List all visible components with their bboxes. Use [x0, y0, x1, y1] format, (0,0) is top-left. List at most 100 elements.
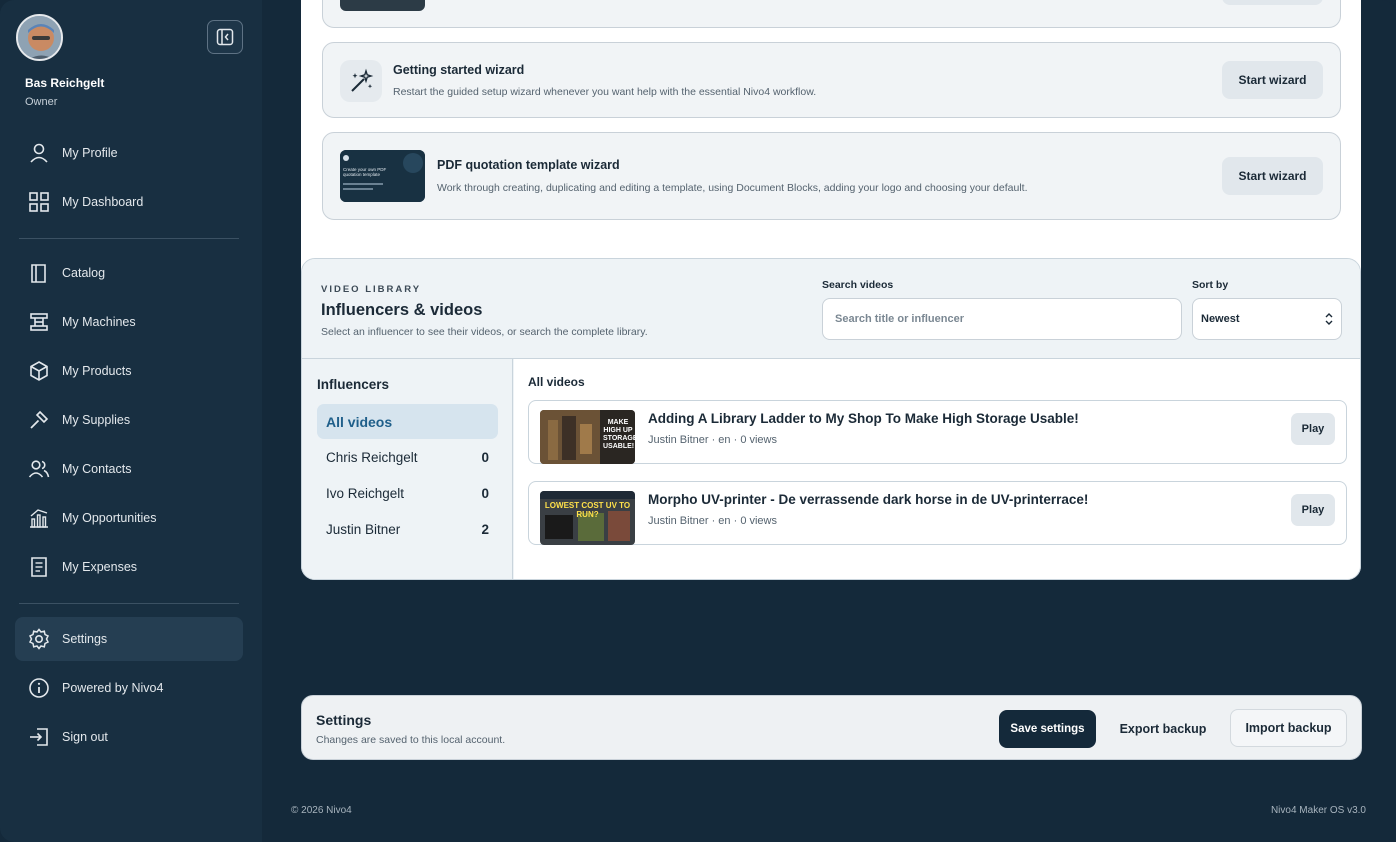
- influencer-item[interactable]: Justin Bitner 2: [317, 512, 498, 547]
- video-row[interactable]: MAKE HIGH UP STORAGE USABLE! Adding A Li…: [528, 400, 1347, 464]
- sort-select[interactable]: Newest: [1192, 298, 1342, 340]
- sidebar-divider: [19, 603, 239, 604]
- footer-version: Nivo4 Maker OS v3.0: [1270, 805, 1366, 816]
- wizard-button-partial[interactable]: [1222, 0, 1323, 5]
- sidebar-item-label: My Contacts: [62, 462, 132, 476]
- influencer-item[interactable]: Ivo Reichgelt 0: [317, 476, 498, 511]
- sidebar-item-label: My Opportunities: [62, 511, 157, 525]
- wizard-card-pdf-template: Create your own PDF quotation template P…: [322, 132, 1341, 220]
- export-backup-button[interactable]: Export backup: [1107, 710, 1219, 748]
- chart-icon: [27, 506, 51, 530]
- sidebar-item-label: Settings: [62, 632, 108, 646]
- play-button[interactable]: Play: [1291, 413, 1335, 445]
- video-library: VIDEO LIBRARY Influencers & videos Selec…: [301, 258, 1361, 580]
- collapse-sidebar-button[interactable]: [207, 20, 243, 54]
- wizard-title: PDF quotation template wizard: [437, 158, 620, 172]
- influencer-count: 0: [481, 486, 489, 501]
- magic-wand-icon: [340, 60, 382, 102]
- receipt-icon: [27, 555, 51, 579]
- sidebar-item-label: My Profile: [62, 146, 118, 160]
- sidebar-item-label: My Expenses: [62, 560, 138, 574]
- influencer-count: 0: [481, 450, 489, 465]
- influencer-name: All videos: [326, 413, 393, 430]
- wizard-card-partial: [322, 0, 1341, 28]
- video-list: All videos MAKE HIGH UP STORAGE USABLE!: [514, 359, 1360, 579]
- influencer-count: 2: [481, 522, 489, 537]
- sidebar-item-catalog[interactable]: Catalog: [15, 251, 243, 295]
- gear-icon: [27, 627, 51, 651]
- app-frame: Bas Reichgelt Owner My Profile My Dashbo…: [0, 0, 1396, 842]
- video-row[interactable]: LOWEST COST UV TO RUN? Morpho UV-printer…: [528, 481, 1347, 545]
- settings-bar: Settings Changes are saved to this local…: [301, 695, 1362, 760]
- sign-out-icon: [27, 725, 51, 749]
- section-subtitle: Select an influencer to see their videos…: [321, 326, 648, 338]
- avatar[interactable]: [16, 14, 63, 61]
- sidebar-item-my-dashboard[interactable]: My Dashboard: [15, 180, 243, 224]
- start-getting-started-wizard-button[interactable]: Start wizard: [1222, 61, 1323, 99]
- influencer-name: Chris Reichgelt: [326, 450, 418, 465]
- video-thumbnail: MAKE HIGH UP STORAGE USABLE!: [540, 410, 635, 464]
- sidebar-item-settings[interactable]: Settings: [15, 617, 243, 661]
- influencer-item-all[interactable]: All videos: [317, 404, 498, 439]
- sidebar-item-my-machines[interactable]: My Machines: [15, 300, 243, 344]
- dashboard-icon: [27, 190, 51, 214]
- sidebar-item-label: Sign out: [62, 730, 108, 744]
- search-label: Search videos: [822, 279, 894, 291]
- search-input[interactable]: [822, 298, 1182, 340]
- machine-icon: [27, 310, 51, 334]
- influencer-item[interactable]: Chris Reichgelt 0: [317, 440, 498, 475]
- sidebar-item-label: Catalog: [62, 266, 106, 280]
- sidebar-item-powered-by[interactable]: Powered by Nivo4: [15, 666, 243, 710]
- video-thumb-text: MAKE HIGH UP STORAGE USABLE!: [603, 419, 635, 450]
- influencer-name: Ivo Reichgelt: [326, 486, 405, 501]
- video-thumb-text: LOWEST COST UV TO RUN?: [544, 501, 631, 519]
- pdf-thumb-text: Create your own PDF quotation template: [343, 167, 387, 177]
- save-settings-button[interactable]: Save settings: [999, 710, 1096, 748]
- user-icon: [27, 141, 51, 165]
- video-thumbnail: LOWEST COST UV TO RUN?: [540, 491, 635, 545]
- sidebar-item-sign-out[interactable]: Sign out: [15, 715, 243, 759]
- info-icon: [27, 676, 51, 700]
- sidebar-item-label: My Supplies: [62, 413, 131, 427]
- sidebar-item-my-expenses[interactable]: My Expenses: [15, 545, 243, 589]
- sidebar-item-my-supplies[interactable]: My Supplies: [15, 398, 243, 442]
- influencer-name: Justin Bitner: [326, 522, 401, 537]
- collapse-icon: [216, 28, 234, 46]
- sidebar-item-label: My Products: [62, 364, 132, 378]
- sidebar-item-label: Powered by Nivo4: [62, 681, 164, 695]
- settings-bar-title: Settings: [316, 712, 372, 728]
- footer-copyright: © 2026 Nivo4: [291, 805, 352, 816]
- wizard-description: Restart the guided setup wizard whenever…: [393, 86, 817, 98]
- sidebar-item-my-opportunities[interactable]: My Opportunities: [15, 496, 243, 540]
- sidebar-item-label: My Dashboard: [62, 195, 144, 209]
- box-icon: [27, 359, 51, 383]
- play-button[interactable]: Play: [1291, 494, 1335, 526]
- settings-bar-subtitle: Changes are saved to this local account.: [316, 734, 506, 746]
- section-kicker: VIDEO LIBRARY: [321, 284, 422, 295]
- wizard-title: Getting started wizard: [393, 63, 525, 77]
- section-title: Influencers & videos: [321, 301, 483, 319]
- influencers-heading: Influencers: [317, 377, 390, 392]
- user-name: Bas Reichgelt: [25, 76, 105, 90]
- hammer-icon: [27, 408, 51, 432]
- main-panel: Getting started wizard Restart the guide…: [301, 0, 1361, 580]
- video-title: Morpho UV-printer - De verrassende dark …: [648, 492, 1089, 507]
- sort-value: Newest: [1201, 313, 1240, 325]
- sidebar-item-label: My Machines: [62, 315, 136, 329]
- import-backup-button[interactable]: Import backup: [1230, 709, 1347, 747]
- wizard-card-getting-started: Getting started wizard Restart the guide…: [322, 42, 1341, 118]
- sidebar-divider: [19, 238, 239, 239]
- video-meta: Justin Bitner · en · 0 views: [648, 515, 777, 527]
- start-pdf-template-wizard-button[interactable]: Start wizard: [1222, 157, 1323, 195]
- sort-chevron-icon: [1325, 313, 1333, 325]
- user-role: Owner: [25, 96, 58, 108]
- videos-heading: All videos: [528, 375, 585, 389]
- video-meta: Justin Bitner · en · 0 views: [648, 434, 777, 446]
- sidebar-item-my-contacts[interactable]: My Contacts: [15, 447, 243, 491]
- sort-label: Sort by: [1192, 279, 1229, 291]
- sidebar-item-my-profile[interactable]: My Profile: [15, 131, 243, 175]
- video-thumbnail: [340, 0, 425, 11]
- influencer-list: Influencers All videos Chris Reichgelt 0…: [302, 359, 513, 579]
- sidebar-item-my-products[interactable]: My Products: [15, 349, 243, 393]
- video-title: Adding A Library Ladder to My Shop To Ma…: [648, 411, 1079, 426]
